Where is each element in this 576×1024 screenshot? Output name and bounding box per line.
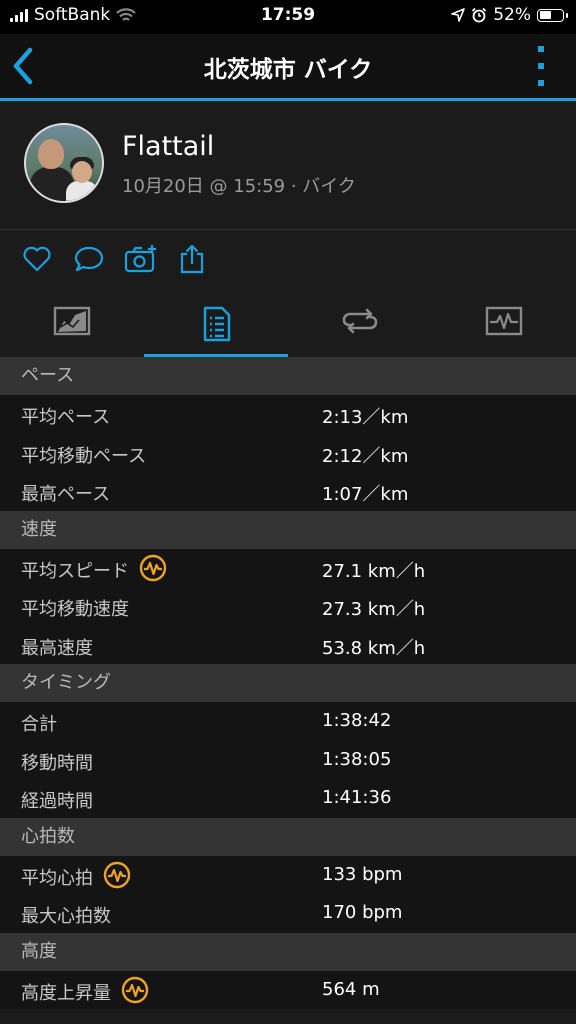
stat-value: 53.8 km／h — [322, 637, 426, 659]
stat-label: 移動時間 — [21, 752, 93, 774]
stat-label-container: 最高ペース — [21, 480, 110, 506]
activity-header: Flattail 10月20日 @ 15:59 · バイク — [0, 101, 576, 229]
section-header: ペース — [0, 357, 576, 395]
more-dot-icon — [538, 80, 544, 86]
stat-label: 平均移動ペース — [21, 445, 147, 467]
more-dot-icon — [538, 46, 544, 52]
activity-meta: 10月20日 @ 15:59 · バイク — [122, 176, 356, 197]
stat-value: 1:41:36 — [322, 787, 392, 808]
map-chart-icon — [53, 306, 91, 336]
stat-label-container: 経過時間 — [21, 787, 93, 813]
section-header: 高度 — [0, 932, 576, 971]
section-header: 心拍数 — [0, 817, 576, 856]
stat-value: 1:07／km — [322, 484, 409, 505]
stat-row: 合計 1:38:42 — [0, 702, 576, 741]
stat-label: 経過時間 — [21, 791, 93, 812]
add-photo-button[interactable] — [124, 243, 156, 275]
stat-label-container: 平均スピード — [21, 554, 167, 583]
avatar[interactable] — [24, 123, 104, 203]
tab-overview[interactable] — [0, 291, 144, 357]
activity-tabs — [0, 291, 576, 357]
stat-label-container: 平均移動速度 — [21, 595, 129, 621]
activity-graph-icon — [485, 306, 523, 336]
stat-label-container: 平均移動ペース — [21, 442, 146, 468]
stat-label: 合計 — [21, 714, 57, 735]
stat-label-container: 平均ペース — [21, 403, 110, 429]
heart-rate-badge-icon[interactable] — [103, 861, 131, 889]
stat-label-container: 合計 — [21, 710, 57, 736]
speech-bubble-icon — [74, 246, 104, 272]
stat-row: 高度上昇量 564 m — [0, 970, 576, 1009]
stat-row: 平均スピード 27.1 km／h — [0, 548, 576, 587]
battery-icon — [537, 8, 568, 22]
stat-label: 平均移動速度 — [21, 599, 129, 620]
stat-label: 最大心拍数 — [21, 906, 111, 927]
stat-value: 2:12／km — [322, 445, 409, 467]
stat-value: 27.1 km／h — [322, 560, 426, 582]
tab-stats[interactable] — [144, 291, 288, 357]
stat-label-container: 最高速度 — [21, 634, 93, 660]
stat-value: 27.3 km／h — [322, 599, 426, 620]
stat-value: 170 bpm — [322, 902, 403, 923]
stat-row: 平均移動速度 27.3 km／h — [0, 587, 576, 626]
more-dot-icon — [538, 63, 544, 69]
nav-bar: 北茨城市 バイク — [0, 34, 576, 101]
stat-label: 最高速度 — [21, 637, 93, 659]
more-options-button[interactable] — [536, 46, 546, 86]
stat-label: 平均心拍 — [21, 867, 93, 889]
stat-row: 平均心拍 133 bpm — [0, 855, 576, 894]
page-title: 北茨城市 バイク — [203, 57, 373, 83]
user-name[interactable]: Flattail — [122, 131, 214, 162]
stat-value: 1:38:05 — [322, 748, 392, 770]
stat-label-container: 平均心拍 — [21, 861, 131, 890]
status-bar: SoftBank 17:59 52% — [0, 0, 576, 34]
heart-icon — [23, 246, 51, 272]
section-header: 速度 — [0, 510, 576, 549]
stat-label: 最高ペース — [21, 484, 111, 505]
location-arrow-icon — [451, 8, 466, 22]
heart-rate-badge-icon[interactable] — [121, 976, 149, 1004]
action-bar — [0, 229, 576, 292]
stat-row: 平均ペース 2:13／km — [0, 395, 576, 434]
tab-charts[interactable] — [432, 291, 576, 357]
battery-percent: 52% — [493, 5, 531, 25]
stat-value: 2:13／km — [322, 407, 409, 428]
stat-row: 平均移動ペース 2:12／km — [0, 433, 576, 472]
stat-label-container: 最大心拍数 — [21, 902, 111, 928]
stat-label: 高度上昇量 — [21, 982, 111, 1004]
share-button[interactable] — [176, 243, 208, 275]
alarm-icon — [472, 7, 487, 23]
stat-row: 移動時間 1:38:05 — [0, 740, 576, 779]
like-button[interactable] — [21, 243, 53, 275]
stat-label-container: 高度上昇量 — [21, 976, 149, 1005]
stats-list: ペース平均ペース 2:13／km 平均移動ペース 2:12／km 最高ペース 1:07／k… — [0, 357, 576, 1009]
share-icon — [180, 244, 204, 274]
stat-row: 最高ペース 1:07／km — [0, 472, 576, 511]
stat-label-container: 移動時間 — [21, 749, 93, 775]
comment-button[interactable] — [73, 243, 105, 275]
stat-value: 1:38:42 — [322, 710, 392, 731]
heart-rate-badge-icon[interactable] — [139, 554, 167, 582]
stat-label: 平均スピード — [21, 560, 129, 582]
camera-add-icon — [124, 245, 156, 273]
document-list-icon — [203, 306, 231, 342]
stat-row: 最大心拍数 170 bpm — [0, 894, 576, 933]
stat-row: 最高速度 53.8 km／h — [0, 625, 576, 664]
tab-laps[interactable] — [288, 291, 432, 357]
section-header: タイミング — [0, 664, 576, 702]
stat-row: 経過時間 1:41:36 — [0, 779, 576, 818]
stat-value: 564 m — [322, 978, 380, 1000]
stat-value: 133 bpm — [322, 863, 403, 885]
stat-label: 平均ペース — [21, 407, 111, 428]
repeat-icon — [342, 308, 378, 334]
status-right: 52% — [451, 5, 568, 25]
